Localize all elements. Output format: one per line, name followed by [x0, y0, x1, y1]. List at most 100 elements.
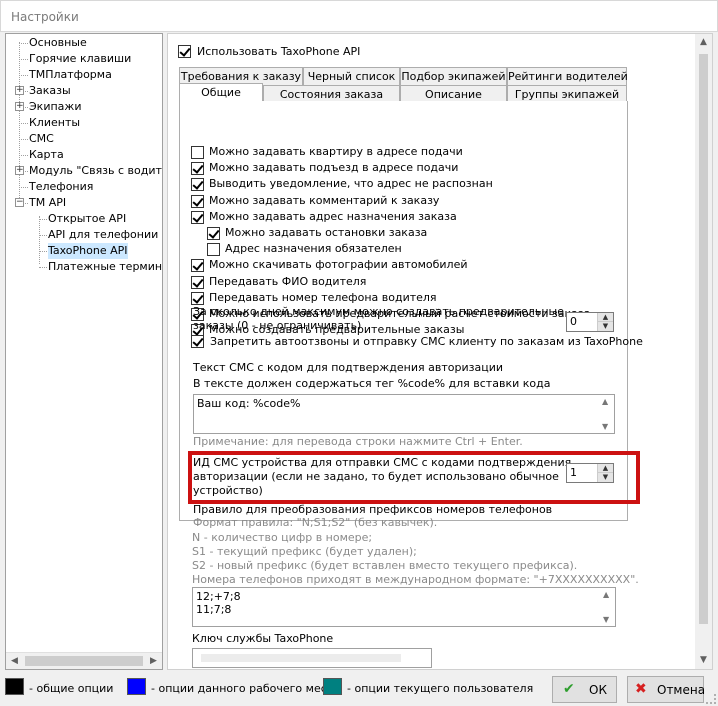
scroll-left-icon[interactable]: ◀	[6, 653, 23, 669]
option-label: Можно скачивать фотографии автомобилей	[209, 258, 468, 271]
tree-item[interactable]: Карта	[29, 147, 64, 163]
scroll-down-icon[interactable]: ▼	[603, 615, 609, 624]
scroll-thumb[interactable]	[699, 54, 708, 624]
option-checkbox[interactable]	[191, 146, 204, 159]
ok-button[interactable]: ✔ ОК	[552, 676, 617, 703]
scroll-thumb[interactable]	[25, 656, 143, 666]
legend-color-swatch	[323, 678, 342, 695]
option-label: Можно задавать квартиру в адресе подачи	[209, 145, 463, 158]
tree-guide-line	[19, 59, 28, 60]
scroll-down-icon[interactable]: ▼	[695, 652, 712, 669]
tree-item[interactable]: TaxoPhone API	[48, 243, 128, 259]
tree-guide-line	[39, 219, 47, 220]
tab-blacklist[interactable]: Черный список	[303, 67, 400, 86]
use-taxophone-api-checkbox[interactable]	[178, 45, 191, 58]
settings-panel: Использовать TaxoPhone API Требования к …	[167, 33, 713, 670]
prefix-rule-line: S1 - текущий префикс (будет удален);	[192, 545, 417, 558]
tree-item[interactable]: Открытое API	[48, 211, 126, 227]
prelim-days-label: За сколько дней максимум можно создавать…	[193, 305, 564, 318]
cancel-button[interactable]: ✖ Отмена	[627, 676, 705, 703]
tree-guide-line	[19, 155, 28, 156]
memo-scrollbar[interactable]: ▲ ▼	[601, 588, 615, 626]
tree-guide-line	[19, 42, 20, 202]
option-checkbox[interactable]	[191, 195, 204, 208]
option-checkbox[interactable]	[191, 178, 204, 191]
tree-item[interactable]: ТМПлатформа	[29, 67, 112, 83]
sms-text-hint: В тексте должен содержаться тег %code% д…	[193, 377, 551, 390]
option-label: Выводить уведомление, что адрес не распо…	[209, 177, 493, 190]
option-checkbox[interactable]	[207, 227, 220, 240]
tree-item[interactable]: API для телефонии	[48, 227, 158, 243]
window-titlebar: Настройки	[0, 0, 718, 32]
tree-guide-line	[19, 43, 28, 44]
prefix-rule-line: N - количество цифр в номере;	[192, 531, 373, 544]
tree-guide-line	[19, 139, 28, 140]
option-checkbox[interactable]	[191, 211, 204, 224]
prefix-rule-line: Номера телефонов приходят в международно…	[192, 573, 639, 586]
tree-horizontal-scrollbar[interactable]: ◀ ▶	[6, 652, 162, 669]
tree-item[interactable]: СМС	[29, 131, 54, 147]
tab-general[interactable]: Общие	[179, 83, 263, 103]
tree-item[interactable]: Платежные терминалы	[48, 259, 162, 275]
option-checkbox[interactable]	[191, 162, 204, 175]
tree-item[interactable]: Основные	[29, 35, 87, 51]
resize-grip-icon[interactable]	[706, 694, 716, 704]
option-checkbox[interactable]	[207, 243, 220, 256]
prelim-days-value: 0	[570, 315, 577, 328]
ok-button-label: ОК	[589, 683, 607, 697]
sms-device-highlight	[188, 451, 640, 504]
tree-guide-line	[19, 123, 28, 124]
option-checkbox[interactable]	[191, 259, 204, 272]
tree-guide-line	[39, 235, 47, 236]
tree-guide-line	[39, 216, 40, 264]
panel-vertical-scrollbar[interactable]: ▲ ▼	[695, 34, 712, 669]
settings-tree[interactable]: Основные Горячие клавиши ТМПлатформа Заказы…	[5, 33, 163, 670]
option-label: Можно задавать комментарий к заказу	[209, 194, 440, 207]
block-autocalls-checkbox[interactable]	[191, 335, 204, 348]
tree-item[interactable]: Телефония	[29, 179, 93, 195]
collapse-icon[interactable]: −	[15, 198, 24, 207]
tree-item[interactable]: ТМ API	[29, 195, 66, 211]
tree-item[interactable]: Экипажи	[29, 99, 81, 115]
tree-item[interactable]: Горячие клавиши	[29, 51, 131, 67]
prefix-rule-line: S2 - новый префикс (будет вставлен вмест…	[192, 559, 578, 572]
block-autocalls-label: Запретить автоотзвоны и отправку СМС кли…	[210, 335, 643, 348]
expand-icon[interactable]: +	[15, 102, 24, 111]
tree-guide-line	[39, 267, 47, 268]
option-label: Передавать номер телефона водителя	[209, 291, 437, 304]
prefix-rule-input[interactable]: 12;+7;8 11;7;8 ▲ ▼	[192, 587, 616, 627]
scroll-up-icon[interactable]: ▲	[602, 397, 608, 406]
sms-text-value: Ваш код: %code%	[197, 397, 301, 410]
spin-up-icon[interactable]: ▲	[598, 313, 613, 322]
scroll-up-icon[interactable]: ▲	[695, 34, 712, 51]
tab-crew-selection[interactable]: Подбор экипажей	[400, 67, 507, 86]
legend-label: - опции данного рабочего места	[151, 682, 340, 695]
check-icon: ✔	[563, 681, 575, 697]
option-checkbox[interactable]	[191, 276, 204, 289]
prefix-rule-title: Правило для преобразования префиксов ном…	[193, 503, 553, 516]
use-taxophone-api-label: Использовать TaxoPhone API	[197, 45, 361, 58]
scroll-up-icon[interactable]: ▲	[603, 590, 609, 599]
option-label: Адрес назначения обязателен	[225, 242, 402, 255]
expand-icon[interactable]: +	[15, 166, 24, 175]
legend-label: - общие опции	[29, 682, 114, 695]
scroll-right-icon[interactable]: ▶	[145, 653, 162, 669]
tree-item[interactable]: Модуль "Связь с водителя	[29, 163, 162, 179]
tree-item[interactable]: Клиенты	[29, 115, 80, 131]
memo-scrollbar[interactable]: ▲ ▼	[600, 395, 614, 433]
scroll-down-icon[interactable]: ▼	[602, 422, 608, 431]
tree-guide-line	[19, 75, 28, 76]
sms-text-input[interactable]: Ваш код: %code% ▲ ▼	[193, 394, 615, 434]
prefix-rule-line: Формат правила: "N;S1;S2" (без кавычек).	[193, 516, 438, 529]
option-label: Передавать ФИО водителя	[209, 275, 367, 288]
tab-driver-ratings[interactable]: Рейтинги водителей	[507, 67, 628, 86]
option-checkbox[interactable]	[191, 292, 204, 305]
prelim-days-spinner[interactable]: 0 ▲ ▼	[566, 312, 614, 332]
spinner-buttons: ▲ ▼	[597, 313, 613, 331]
legend-color-swatch	[5, 678, 24, 695]
expand-icon[interactable]: +	[15, 86, 24, 95]
tree-item[interactable]: Заказы	[29, 83, 71, 99]
spin-down-icon[interactable]: ▼	[598, 322, 613, 331]
service-key-input[interactable]	[192, 648, 432, 668]
tree-content: Основные Горячие клавиши ТМПлатформа Заказы…	[6, 34, 162, 654]
